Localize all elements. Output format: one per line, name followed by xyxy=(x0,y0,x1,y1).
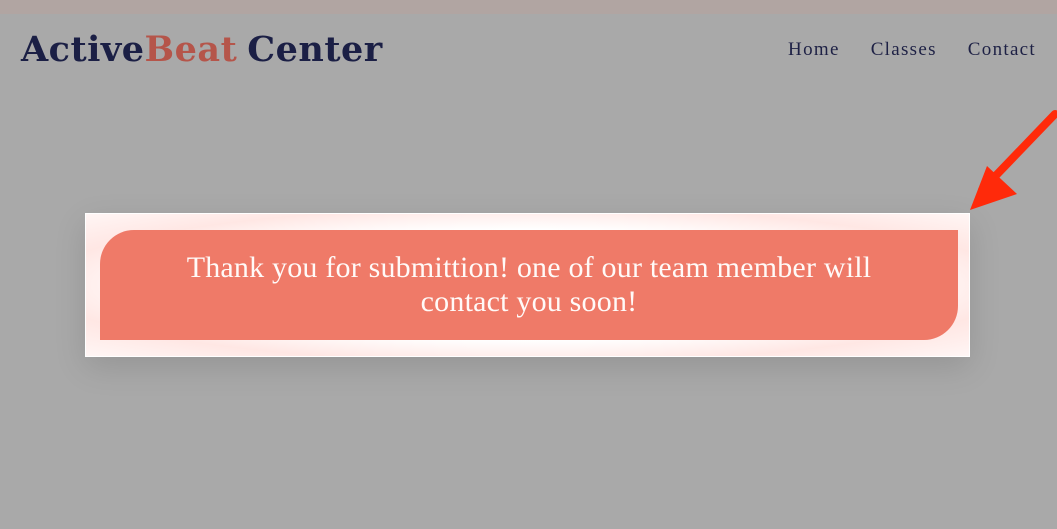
site-logo[interactable]: ActiveBeat Center xyxy=(21,27,383,72)
nav-contact-link[interactable]: Contact xyxy=(968,38,1036,62)
arrow-head xyxy=(970,166,1017,210)
logo-part-beat: Beat xyxy=(144,29,238,70)
arrow-icon xyxy=(970,110,1057,210)
confirmation-message-box: Thank you for submittion! one of our tea… xyxy=(100,230,958,340)
logo-part-active: Active xyxy=(21,29,145,70)
nav-home-link[interactable]: Home xyxy=(788,38,840,62)
main-nav: Home Classes Contact xyxy=(788,38,1036,62)
nav-classes-link[interactable]: Classes xyxy=(871,38,937,62)
top-strip xyxy=(0,0,1057,14)
site-header: ActiveBeat Center Home Classes Contact xyxy=(0,14,1057,86)
logo-part-center: Center xyxy=(247,29,383,70)
confirmation-message: Thank you for submittion! one of our tea… xyxy=(186,251,872,318)
